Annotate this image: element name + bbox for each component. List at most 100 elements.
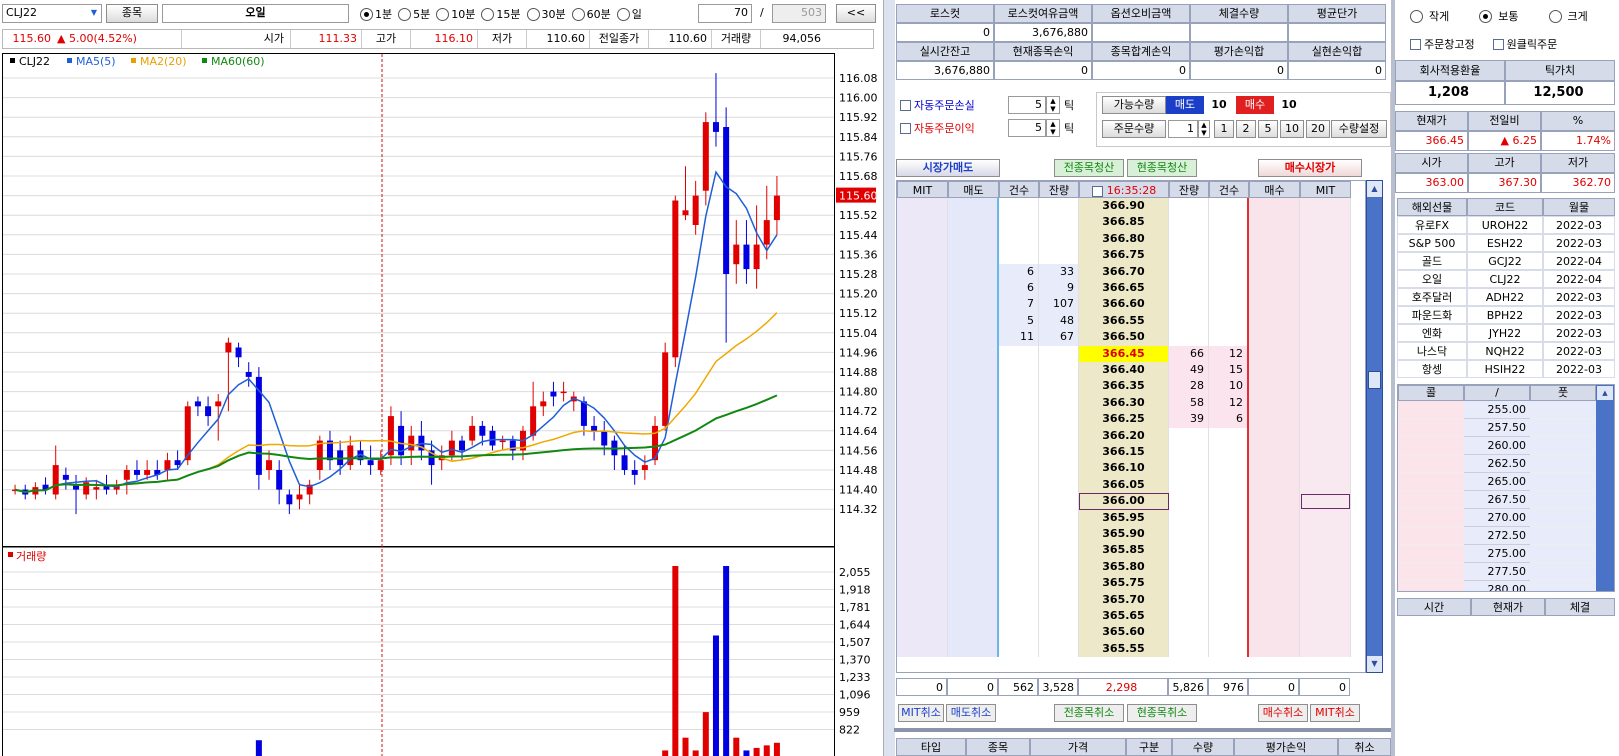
orderbook-price[interactable]: 366.35 bbox=[1079, 378, 1169, 395]
orderbook-price[interactable]: 366.00 bbox=[1079, 493, 1169, 510]
count-input[interactable]: 70 bbox=[698, 4, 752, 23]
orderbook-mit-cell[interactable] bbox=[897, 493, 948, 510]
orderbook-mit-cell[interactable] bbox=[1249, 263, 1300, 280]
period-radio[interactable]: 1분 bbox=[360, 5, 392, 23]
size-radio[interactable]: 보통 bbox=[1479, 8, 1519, 24]
orderbook-price[interactable]: 365.75 bbox=[1079, 575, 1169, 592]
put-cell[interactable] bbox=[1530, 581, 1596, 591]
orderbook-mit-cell[interactable] bbox=[897, 575, 948, 592]
qty-button[interactable]: 1 bbox=[1214, 120, 1234, 138]
orderbook-mit-cell[interactable] bbox=[1249, 280, 1300, 297]
orderbook-mit-cell[interactable] bbox=[948, 509, 999, 526]
orderbook-mit-cell[interactable] bbox=[1249, 230, 1300, 248]
orderbook-price[interactable]: 365.60 bbox=[1079, 624, 1169, 641]
orderbook-mit-cell[interactable] bbox=[897, 345, 948, 362]
orderbook-mit-cell[interactable] bbox=[948, 608, 999, 625]
options-scrollbar[interactable] bbox=[1596, 385, 1614, 591]
put-cell[interactable] bbox=[1530, 545, 1596, 563]
orderbook-price[interactable]: 366.50 bbox=[1079, 329, 1169, 346]
orderbook-price[interactable]: 366.45 bbox=[1079, 345, 1169, 362]
sell-cancel-button[interactable]: 매도취소 bbox=[946, 704, 996, 722]
orderbook-mit-cell[interactable] bbox=[1300, 329, 1351, 346]
size-radio[interactable]: 크게 bbox=[1548, 8, 1588, 24]
orderbook-scrollbar[interactable]: ▲ ▼ bbox=[1366, 180, 1383, 673]
orderbook-mit-cell[interactable] bbox=[948, 427, 999, 444]
orderbook-mit-cell[interactable] bbox=[1249, 214, 1300, 231]
orderbook-mit-cell[interactable] bbox=[897, 476, 948, 494]
orderbook-mit-cell[interactable] bbox=[1300, 591, 1351, 608]
orderbook-mit-cell[interactable] bbox=[897, 444, 948, 461]
orderbook-price[interactable]: 365.65 bbox=[1079, 608, 1169, 625]
orderbook-mit-cell[interactable] bbox=[1300, 640, 1351, 658]
orderbook-mit-cell[interactable] bbox=[1300, 247, 1351, 264]
put-cell[interactable] bbox=[1530, 491, 1596, 509]
orderbook-mit-cell[interactable] bbox=[1300, 296, 1351, 313]
orderbook-mit-cell[interactable] bbox=[948, 280, 999, 297]
orderbook-mit-cell[interactable] bbox=[1249, 640, 1300, 658]
orderbook-mit-cell[interactable] bbox=[1249, 476, 1300, 494]
market-buy-button[interactable]: 매수시장가 bbox=[1258, 159, 1362, 177]
scroll-up-icon[interactable]: ▲ bbox=[1367, 181, 1382, 197]
futures-row[interactable]: 호주달러 ADH22 2022-03 bbox=[1397, 288, 1615, 306]
oneclick-checkbox[interactable] bbox=[1492, 38, 1504, 50]
orderbook-mit-cell[interactable] bbox=[948, 247, 999, 264]
orderbook-mit-cell[interactable] bbox=[1300, 345, 1351, 362]
orderbook-price[interactable]: 365.55 bbox=[1079, 640, 1169, 658]
orderbook-mit-cell[interactable] bbox=[897, 378, 948, 395]
orderbook-mit-cell[interactable] bbox=[1249, 575, 1300, 592]
size-radio[interactable]: 작게 bbox=[1410, 8, 1449, 24]
put-cell[interactable] bbox=[1530, 455, 1596, 473]
orderbook-mit-cell[interactable] bbox=[1249, 296, 1300, 313]
orderbook-mit-cell[interactable] bbox=[1300, 608, 1351, 625]
orderbook-mit-cell[interactable] bbox=[897, 247, 948, 264]
qty-button[interactable]: 5 bbox=[1258, 120, 1278, 138]
orderbook-mit-cell[interactable] bbox=[948, 493, 999, 510]
orderbook-mit-cell[interactable] bbox=[948, 411, 999, 428]
orderbook-mit-cell[interactable] bbox=[1249, 345, 1300, 362]
market-sell-button[interactable]: 시장가매도 bbox=[896, 159, 1000, 177]
options-row[interactable]: 275.00 bbox=[1398, 545, 1614, 563]
orderbook-mit-cell[interactable] bbox=[897, 296, 948, 313]
orderbook-mit-cell[interactable] bbox=[1300, 558, 1351, 576]
put-cell[interactable] bbox=[1530, 401, 1596, 419]
orderbook-price[interactable]: 366.75 bbox=[1079, 247, 1169, 264]
orderbook-price[interactable]: 366.65 bbox=[1079, 280, 1169, 297]
panel-divider[interactable] bbox=[883, 0, 895, 756]
options-row[interactable]: 260.00 bbox=[1398, 437, 1614, 455]
orderbook-price[interactable]: 366.05 bbox=[1079, 476, 1169, 494]
orderbook-mit-cell[interactable] bbox=[1300, 362, 1351, 379]
orderbook-mit-cell[interactable] bbox=[1249, 247, 1300, 264]
put-cell[interactable] bbox=[1530, 527, 1596, 545]
put-cell[interactable] bbox=[1530, 437, 1596, 455]
orderbook-mit-cell[interactable] bbox=[1300, 411, 1351, 428]
orderbook-mit-cell[interactable] bbox=[948, 575, 999, 592]
options-row[interactable]: 257.50 bbox=[1398, 419, 1614, 437]
call-cell[interactable] bbox=[1398, 527, 1464, 545]
cur-cancel-button[interactable]: 현종목취소 bbox=[1127, 704, 1197, 722]
orderbook-mit-cell[interactable] bbox=[1249, 312, 1300, 330]
orderbook-mit-cell[interactable] bbox=[948, 263, 999, 280]
call-cell[interactable] bbox=[1398, 563, 1464, 581]
nav-prev-button[interactable]: << bbox=[836, 4, 876, 23]
orderbook-mit-cell[interactable] bbox=[897, 640, 948, 658]
orderbook-mit-cell[interactable] bbox=[948, 460, 999, 477]
orderbook-mit-cell[interactable] bbox=[1300, 493, 1351, 510]
all-cancel-button[interactable]: 전종목취소 bbox=[1054, 704, 1124, 722]
orderbook-mit-cell[interactable] bbox=[1300, 198, 1351, 215]
orderbook-price[interactable]: 366.20 bbox=[1079, 427, 1169, 444]
options-row[interactable]: 267.50 bbox=[1398, 491, 1614, 509]
order-qty-input[interactable]: 1 bbox=[1168, 120, 1198, 138]
orderbook-price[interactable]: 366.90 bbox=[1079, 198, 1169, 215]
orderbook-mit-cell[interactable] bbox=[897, 526, 948, 543]
options-row[interactable]: 255.00 bbox=[1398, 401, 1614, 419]
call-cell[interactable] bbox=[1398, 509, 1464, 527]
orderbook-price[interactable]: 365.90 bbox=[1079, 526, 1169, 543]
orderbook-mit-cell[interactable] bbox=[897, 542, 948, 559]
orderbook-mit-cell[interactable] bbox=[1300, 280, 1351, 297]
auto-loss-spinner[interactable]: ▲ ▼ bbox=[1046, 96, 1060, 114]
options-row[interactable]: 270.00 bbox=[1398, 509, 1614, 527]
orderbook-mit-cell[interactable] bbox=[1249, 362, 1300, 379]
orderbook-mit-cell[interactable] bbox=[1300, 476, 1351, 494]
mit-cancel-sell-button[interactable]: MIT취소 bbox=[898, 704, 944, 722]
orderbook-mit-cell[interactable] bbox=[1249, 608, 1300, 625]
